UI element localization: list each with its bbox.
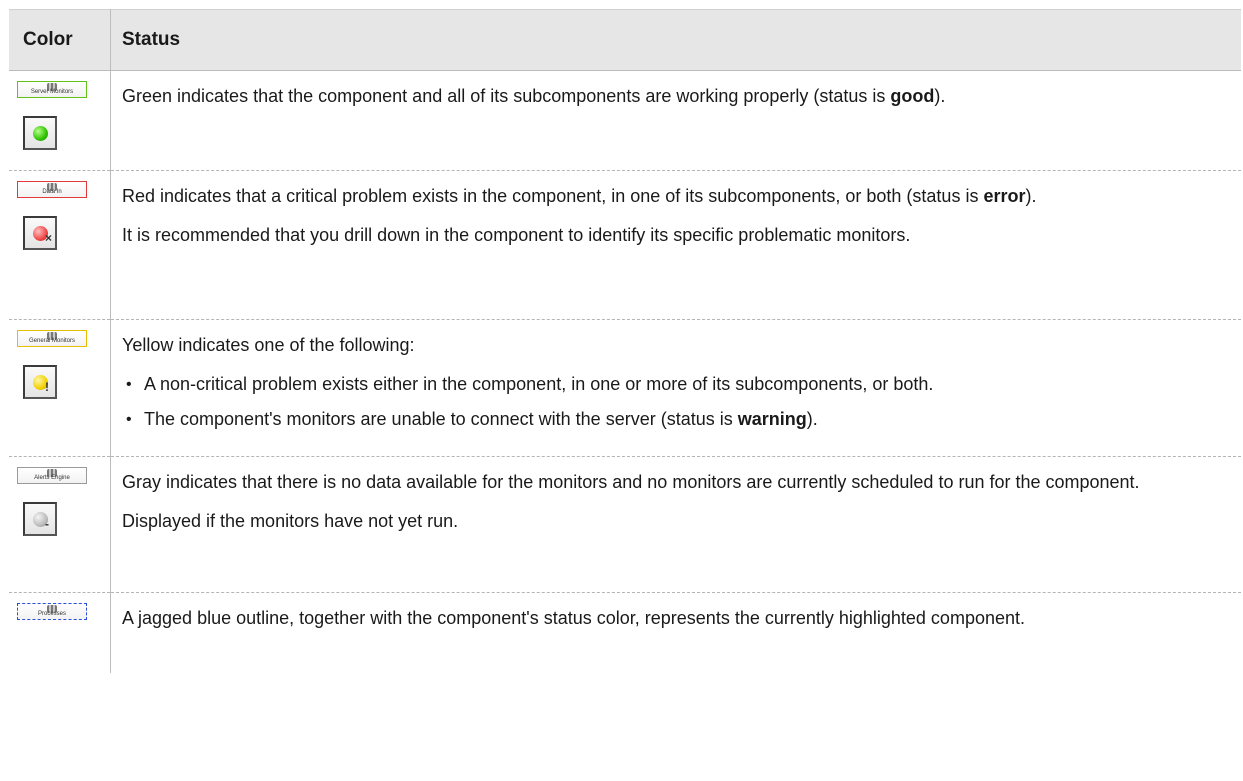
error-x-icon: × <box>45 231 53 245</box>
color-cell: General Monitors ! <box>9 319 111 457</box>
list-item: The component's monitors are unable to c… <box>126 406 1221 433</box>
status-cell: Yellow indicates one of the following: A… <box>110 319 1241 457</box>
node-caption: General Monitors <box>28 338 76 344</box>
table-row-red: Data In × Red indicates that a critical … <box>9 170 1241 320</box>
color-cell: Processes <box>9 592 111 673</box>
status-description: Green indicates that the component and a… <box>122 86 946 106</box>
status-column-header: Status <box>110 9 1241 71</box>
status-description: A jagged blue outline, together with the… <box>122 608 1025 628</box>
warning-exclamation-icon: ! <box>45 380 49 394</box>
color-cell: Server Monitors <box>9 70 111 171</box>
node-caption: Data In <box>42 189 62 195</box>
gray-no-data-status-icon: - <box>23 502 57 536</box>
no-data-dash-icon: - <box>45 517 49 531</box>
status-description: Yellow indicates one of the following: <box>122 335 415 355</box>
red-error-status-icon: × <box>23 216 57 250</box>
status-cell: Red indicates that a critical problem ex… <box>110 170 1241 320</box>
table-row-gray: Alerts Engine - Gray indicates that ther… <box>9 456 1241 593</box>
status-description: Gray indicates that there is no data ava… <box>122 472 1140 492</box>
node-caption: Alerts Engine <box>34 475 70 481</box>
node-caption: Server Monitors <box>30 89 74 95</box>
table-row-blue-outline: Processes A jagged blue outline, togethe… <box>9 592 1242 673</box>
table-header-row: Color Status <box>9 9 1241 71</box>
green-status-icon <box>23 116 57 150</box>
table-row-yellow: General Monitors ! Yellow indicates one … <box>9 319 1241 457</box>
yellow-warning-status-icon: ! <box>23 365 57 399</box>
status-color-table: Color Status Server Monitors Green indic… <box>9 9 1241 673</box>
color-cell: Alerts Engine - <box>9 456 111 593</box>
alerts-engine-node-thumbnail: Alerts Engine <box>17 467 87 484</box>
status-note: It is recommended that you drill down in… <box>122 225 911 245</box>
status-cell: A jagged blue outline, together with the… <box>111 593 1242 673</box>
processes-node-thumbnail: Processes <box>17 603 87 620</box>
server-monitors-node-thumbnail: Server Monitors <box>17 81 87 98</box>
status-note: Displayed if the monitors have not yet r… <box>122 511 459 531</box>
table-row-green: Server Monitors Green indicates that the… <box>9 70 1241 171</box>
color-cell: Data In × <box>9 170 111 320</box>
status-cell: Gray indicates that there is no data ava… <box>110 456 1241 593</box>
data-in-node-thumbnail: Data In <box>17 181 87 198</box>
color-column-header: Color <box>9 9 111 71</box>
status-cell: Green indicates that the component and a… <box>110 70 1241 171</box>
list-item: A non-critical problem exists either in … <box>126 371 1221 398</box>
green-dot-icon <box>33 126 48 141</box>
status-description: Red indicates that a critical problem ex… <box>122 186 1037 206</box>
general-monitors-node-thumbnail: General Monitors <box>17 330 87 347</box>
node-caption: Processes <box>37 611 66 617</box>
status-bullet-list: A non-critical problem exists either in … <box>122 371 1221 433</box>
